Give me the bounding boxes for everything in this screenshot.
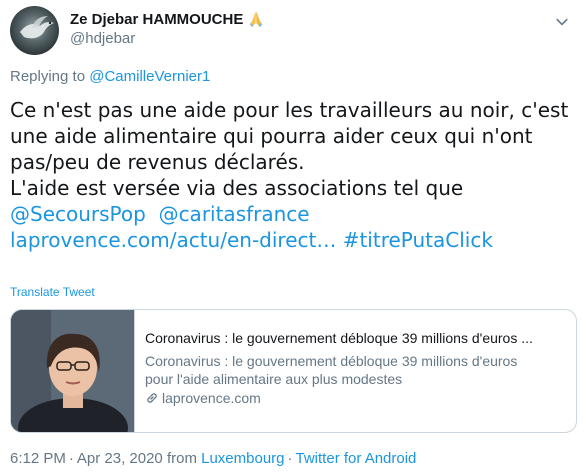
hashtag-link[interactable]: #titrePutaClick: [343, 228, 493, 252]
link-icon: [145, 391, 159, 405]
tweet-line-3: pas/peu de revenus déclarés.: [10, 150, 305, 174]
tweet-links-line: laprovence.com/actu/en-direct… #titrePut…: [10, 227, 580, 253]
translate-tweet-link[interactable]: Translate Tweet: [10, 285, 95, 299]
card-body: Coronavirus : le gouvernement débloque 3…: [135, 310, 576, 432]
mention-secourspop-link[interactable]: @SecoursPop: [10, 202, 146, 226]
display-name[interactable]: Ze Djebar HAMMOUCHE: [70, 10, 265, 28]
tweet-line-1: Ce n'est pas une aide pour les travaille…: [10, 98, 569, 122]
card-description-line-1: Coronavirus : le gouvernement débloque 3…: [145, 353, 518, 369]
chevron-down-icon[interactable]: [552, 12, 572, 32]
mention-caritasfrance-link[interactable]: @caritasfrance: [159, 202, 310, 226]
tweet-date[interactable]: Apr 23, 2020: [77, 450, 163, 467]
meta-separator-2: ·: [287, 450, 293, 467]
from-label: from: [166, 450, 197, 467]
card-thumbnail-image: [11, 310, 135, 432]
folded-hands-icon: [247, 10, 265, 28]
meta-separator: ·: [68, 450, 74, 467]
replying-to: Replying to @CamilleVernier1: [10, 68, 210, 85]
user-handle[interactable]: @hdjebar: [70, 30, 135, 47]
reply-mention-link[interactable]: @CamilleVernier1: [89, 68, 210, 85]
tweet-line-4: L'aide est versée via des associations t…: [10, 176, 464, 200]
article-url-link[interactable]: laprovence.com/actu/en-direct…: [10, 228, 336, 252]
card-description: Coronavirus : le gouvernement débloque 3…: [145, 352, 564, 388]
tweet-meta: 6:12 PM · Apr 23, 2020 from Luxembourg · Twi…: [10, 450, 416, 467]
card-description-line-2: pour l'aide alimentaire aux plus modeste…: [145, 371, 403, 387]
card-domain-text: laprovence.com: [162, 390, 261, 406]
avatar[interactable]: [10, 6, 59, 55]
card-domain: laprovence.com: [145, 390, 564, 406]
tweet-time[interactable]: 6:12 PM: [10, 450, 66, 467]
card-title: Coronavirus : le gouvernement débloque 3…: [145, 330, 533, 346]
source-link[interactable]: Twitter for Android: [296, 450, 417, 467]
link-preview-card[interactable]: Coronavirus : le gouvernement débloque 3…: [10, 309, 577, 433]
avatar-bird-image: [20, 16, 54, 39]
location-link[interactable]: Luxembourg: [201, 450, 284, 467]
display-name-text: Ze Djebar HAMMOUCHE: [70, 10, 244, 28]
replying-to-label: Replying to: [10, 68, 86, 85]
tweet-text: Ce n'est pas une aide pour les travaille…: [10, 97, 580, 253]
tweet-mentions-line: @SecoursPop @caritasfrance: [10, 201, 580, 227]
tweet-line-2: une aide alimentaire qui pourra aider ce…: [10, 124, 533, 148]
